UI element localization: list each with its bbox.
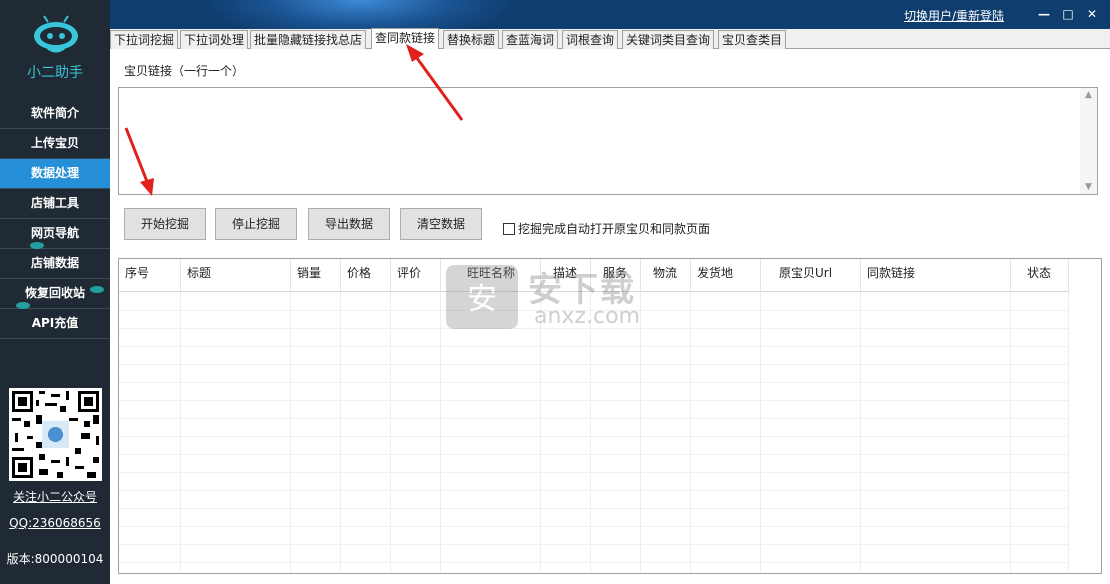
qr-code-icon — [9, 388, 102, 481]
table-row-line — [119, 526, 1069, 527]
switch-user-link[interactable]: 切换用户/重新登陆 — [904, 7, 1004, 24]
sidebar-item-data-processing[interactable]: 数据处理 — [0, 159, 110, 189]
table-column-line — [440, 292, 441, 573]
decorative-dot — [30, 242, 44, 249]
version-label: 版本:800000104 — [6, 552, 104, 566]
start-mining-button[interactable]: 开始挖掘 — [124, 208, 206, 240]
link-textarea[interactable] — [118, 87, 1098, 195]
app-window: 小二助手 软件简介 上传宝贝 数据处理 店铺工具 网页导航 店铺数据 恢复回收站… — [0, 0, 1110, 584]
link-input-label: 宝贝链接（一行一个） — [124, 64, 245, 78]
tab-item-category-query[interactable]: 宝贝查类目 — [718, 30, 787, 49]
app-name: 小二助手 — [27, 65, 83, 81]
top-banner: 切换用户/重新登陆 — □ ✕ — [110, 0, 1110, 29]
table-column-line — [1010, 292, 1011, 573]
table-row-line — [119, 328, 1069, 329]
sidebar-item-intro[interactable]: 软件简介 — [0, 99, 110, 129]
stop-mining-button[interactable]: 停止挖掘 — [215, 208, 297, 240]
table-column-line — [590, 292, 591, 573]
column-header-ship-from[interactable]: 发货地 — [691, 259, 761, 292]
column-header-service[interactable]: 服务 — [591, 259, 641, 292]
table-column-line — [640, 292, 641, 573]
table-header: 序号 标题 销量 价格 评价 旺旺名称 描述 服务 物流 发货地 原宝贝Url … — [119, 259, 1069, 292]
decorative-dot — [16, 302, 30, 309]
table-row-line — [119, 346, 1069, 347]
column-header-price[interactable]: 价格 — [341, 259, 391, 292]
results-table[interactable]: 序号 标题 销量 价格 评价 旺旺名称 描述 服务 物流 发货地 原宝贝Url … — [118, 258, 1102, 574]
sidebar-item-shop-data[interactable]: 店铺数据 — [0, 249, 110, 279]
table-row-line — [119, 508, 1069, 509]
auto-open-label: 挖掘完成自动打开原宝贝和同款页面 — [518, 222, 711, 236]
export-data-button[interactable]: 导出数据 — [308, 208, 390, 240]
auto-open-checkbox[interactable] — [503, 222, 515, 235]
table-column-line — [180, 292, 181, 573]
table-column-line — [760, 292, 761, 573]
follow-wechat-link[interactable]: 关注小二公众号 — [0, 488, 110, 505]
table-row-line — [119, 562, 1069, 563]
table-column-line — [540, 292, 541, 573]
table-row-line — [119, 382, 1069, 383]
table-column-line — [340, 292, 341, 573]
sidebar-item-shop-tools[interactable]: 店铺工具 — [0, 189, 110, 219]
table-row-line — [119, 364, 1069, 365]
clear-data-button[interactable]: 清空数据 — [400, 208, 482, 240]
column-header-index[interactable]: 序号 — [119, 259, 181, 292]
table-row-line — [119, 472, 1069, 473]
table-row-line — [119, 418, 1069, 419]
column-header-wangwang-name[interactable]: 旺旺名称 — [441, 259, 541, 292]
qr-code — [9, 388, 102, 481]
table-row-line — [119, 400, 1069, 401]
column-header-sales[interactable]: 销量 — [291, 259, 341, 292]
minimize-icon[interactable]: — — [1034, 4, 1054, 24]
scroll-up-icon[interactable]: ▲ — [1080, 90, 1097, 100]
column-header-same-link[interactable]: 同款链接 — [861, 259, 1011, 292]
column-header-description[interactable]: 描述 — [541, 259, 591, 292]
scroll-down-icon[interactable]: ▼ — [1080, 182, 1097, 192]
column-header-logistics[interactable]: 物流 — [641, 259, 691, 292]
tab-same-product-link[interactable]: 查同款链接 — [371, 28, 440, 50]
tab-replace-title[interactable]: 替换标题 — [443, 30, 500, 49]
auto-open-option[interactable]: 挖掘完成自动打开原宝贝和同款页面 — [503, 220, 710, 237]
textarea-scrollbar[interactable]: ▲ ▼ — [1080, 88, 1097, 194]
decorative-dot — [90, 286, 104, 293]
table-row-line — [119, 436, 1069, 437]
tab-bar: 下拉词挖掘 下拉词处理 批量隐藏链接找总店 查同款链接 替换标题 查蓝海词 词根… — [110, 28, 1110, 50]
table-column-line — [690, 292, 691, 573]
column-header-status[interactable]: 状态 — [1011, 259, 1069, 292]
table-column-line — [390, 292, 391, 573]
sidebar-item-upload[interactable]: 上传宝贝 — [0, 129, 110, 159]
tab-keyword-category-query[interactable]: 关键词类目查询 — [622, 30, 715, 49]
tab-dropdown-word-mining[interactable]: 下拉词挖掘 — [110, 30, 179, 49]
table-row-line — [119, 544, 1069, 545]
column-header-title[interactable]: 标题 — [181, 259, 291, 292]
tab-dropdown-word-processing[interactable]: 下拉词处理 — [180, 30, 249, 49]
column-header-original-url[interactable]: 原宝贝Url — [761, 259, 861, 292]
table-column-line — [860, 292, 861, 573]
maximize-icon[interactable]: □ — [1058, 4, 1078, 24]
table-column-line — [290, 292, 291, 573]
sidebar-item-api-recharge[interactable]: API充值 — [0, 309, 110, 339]
robot-logo-icon — [34, 15, 78, 53]
table-column-line — [1068, 292, 1069, 573]
logo-area: 小二助手 — [0, 0, 110, 100]
sidebar: 小二助手 软件简介 上传宝贝 数据处理 店铺工具 网页导航 店铺数据 恢复回收站… — [0, 0, 110, 584]
banner-decoration — [210, 0, 510, 29]
column-header-reviews[interactable]: 评价 — [391, 259, 441, 292]
close-icon[interactable]: ✕ — [1082, 4, 1102, 24]
tab-content: 宝贝链接（一行一个） ▲ ▼ 开始挖掘 停止挖掘 导出数据 清空数据 挖掘完成自… — [110, 49, 1110, 584]
tab-root-word-query[interactable]: 词根查询 — [562, 30, 619, 49]
table-row-line — [119, 310, 1069, 311]
qq-link[interactable]: QQ:236068656 — [0, 516, 110, 530]
tab-blue-ocean-words[interactable]: 查蓝海词 — [502, 30, 559, 49]
table-row-line — [119, 490, 1069, 491]
tab-hidden-link-find-shop[interactable]: 批量隐藏链接找总店 — [250, 30, 367, 49]
sidebar-item-web-nav[interactable]: 网页导航 — [0, 219, 110, 249]
table-row-line — [119, 454, 1069, 455]
